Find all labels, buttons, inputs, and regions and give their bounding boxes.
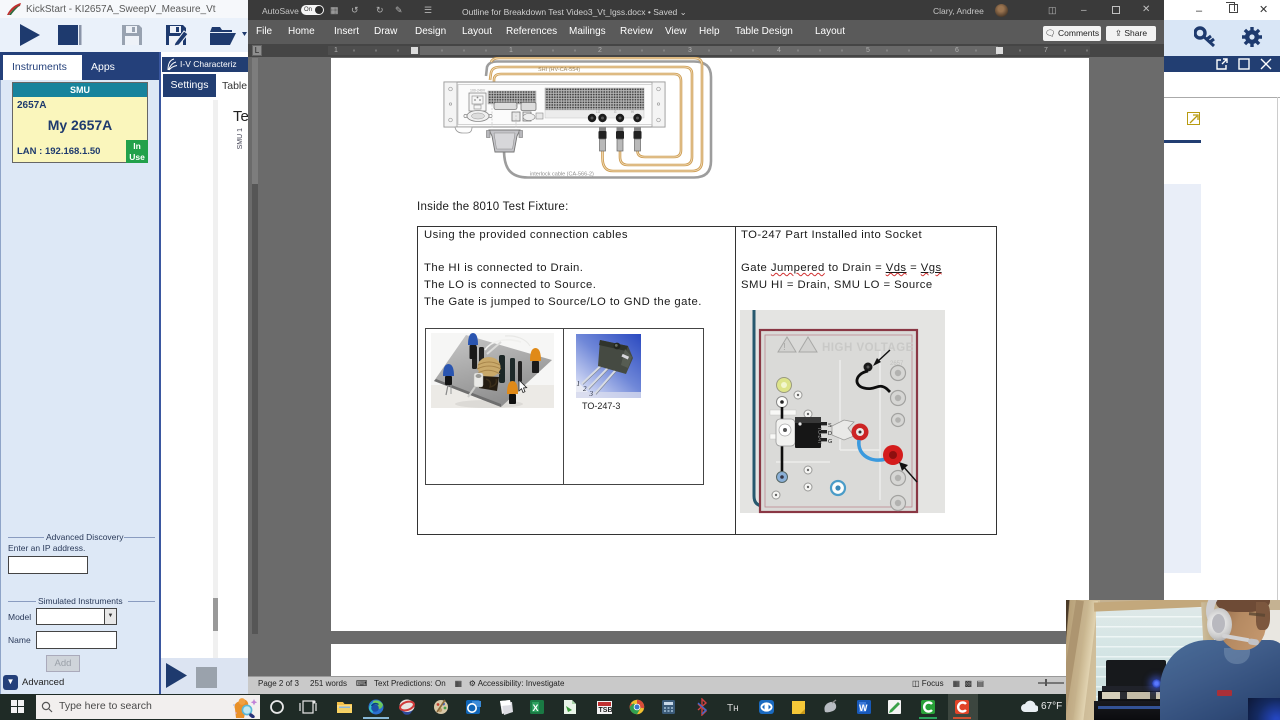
svg-text:Tн: Tн	[727, 703, 739, 714]
svg-text:X: X	[533, 703, 539, 713]
svg-text:W: W	[859, 703, 868, 713]
svg-text:TSB: TSB	[599, 707, 613, 714]
